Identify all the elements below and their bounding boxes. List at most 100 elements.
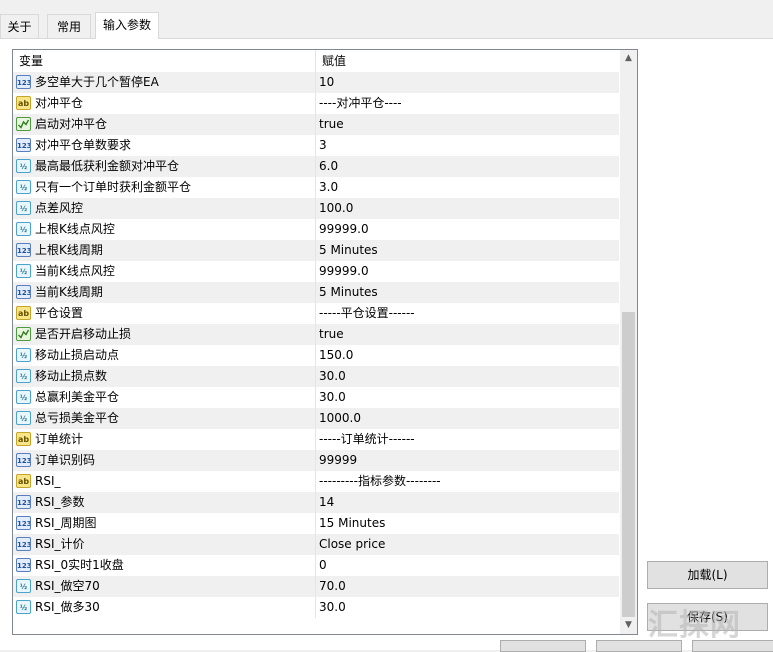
table-row[interactable]: ab 订单统计 -----订单统计------ <box>13 429 619 450</box>
table-row[interactable]: ½ 移动止损启动点 150.0 <box>13 345 619 366</box>
ok-button[interactable] <box>500 640 586 652</box>
column-header-variable[interactable]: 变量 <box>13 50 315 72</box>
tab-common[interactable]: 常用 <box>47 14 91 38</box>
value-cell[interactable]: 30.0 <box>316 366 619 387</box>
value-cell[interactable]: ----对冲平仓---- <box>316 93 619 114</box>
string-type-icon: ab <box>16 474 31 488</box>
vertical-scrollbar[interactable]: ▲ ▼ <box>620 50 637 634</box>
grid-header: 变量 赋值 <box>13 50 619 73</box>
value-cell[interactable]: true <box>316 324 619 345</box>
variable-cell: 123 RSI_周期图 <box>13 513 315 534</box>
variable-label: RSI_周期图 <box>35 516 97 530</box>
variable-label: 最高最低获利金额对冲平仓 <box>35 159 180 173</box>
table-row[interactable]: ½ 点差风控 100.0 <box>13 198 619 219</box>
variable-label: 订单统计 <box>35 432 84 446</box>
scroll-down-icon[interactable]: ▼ <box>620 617 637 634</box>
variable-label: RSI_ <box>35 474 61 488</box>
table-row[interactable]: ½ RSI_做多30 30.0 <box>13 597 619 618</box>
value-cell[interactable]: 14 <box>316 492 619 513</box>
value-cell[interactable]: -----订单统计------ <box>316 429 619 450</box>
table-row[interactable]: ½ 只有一个订单时获利金额平仓 3.0 <box>13 177 619 198</box>
table-row[interactable]: ½ 最高最低获利金额对冲平仓 6.0 <box>13 156 619 177</box>
value-cell[interactable]: 3.0 <box>316 177 619 198</box>
table-row[interactable]: 123 RSI_参数 14 <box>13 492 619 513</box>
integer-type-icon: 123 <box>16 75 31 89</box>
double-type-icon: ½ <box>16 264 31 278</box>
table-row[interactable]: ½ 移动止损点数 30.0 <box>13 366 619 387</box>
double-type-icon: ½ <box>16 390 31 404</box>
table-row[interactable]: 123 RSI_0实时1收盘 0 <box>13 555 619 576</box>
table-row[interactable]: 123 上根K线周期 5 Minutes <box>13 240 619 261</box>
table-row[interactable]: 启动对冲平仓 true <box>13 114 619 135</box>
table-row[interactable]: ½ 总亏损美金平仓 1000.0 <box>13 408 619 429</box>
double-type-icon: ½ <box>16 201 31 215</box>
integer-type-icon: 123 <box>16 537 31 551</box>
variable-cell: ab 订单统计 <box>13 429 315 450</box>
table-row[interactable]: 123 订单识别码 99999 <box>13 450 619 471</box>
table-row[interactable]: ab RSI_ ---------指标参数-------- <box>13 471 619 492</box>
value-cell[interactable]: true <box>316 114 619 135</box>
variable-cell: ½ 总亏损美金平仓 <box>13 408 315 429</box>
variable-label: RSI_计价 <box>35 537 85 551</box>
table-row[interactable]: 123 当前K线周期 5 Minutes <box>13 282 619 303</box>
variable-cell: ½ RSI_做空70 <box>13 576 315 597</box>
variable-label: RSI_0实时1收盘 <box>35 558 124 572</box>
variable-label: 总赢利美金平仓 <box>35 390 120 404</box>
variable-label: 点差风控 <box>35 201 84 215</box>
table-row[interactable]: ab 平仓设置 -----平仓设置------ <box>13 303 619 324</box>
string-type-icon: ab <box>16 96 31 110</box>
value-cell[interactable]: 70.0 <box>316 576 619 597</box>
variable-cell: 123 RSI_0实时1收盘 <box>13 555 315 576</box>
value-cell[interactable]: Close price <box>316 534 619 555</box>
scroll-thumb[interactable] <box>622 312 635 617</box>
load-button[interactable]: 加载(L) <box>647 561 768 589</box>
value-cell[interactable]: ---------指标参数-------- <box>316 471 619 492</box>
value-cell[interactable]: 6.0 <box>316 156 619 177</box>
value-cell[interactable]: 100.0 <box>316 198 619 219</box>
cancel-button[interactable] <box>596 640 682 652</box>
double-type-icon: ½ <box>16 579 31 593</box>
variable-cell: ½ 只有一个订单时获利金额平仓 <box>13 177 315 198</box>
integer-type-icon: 123 <box>16 516 31 530</box>
variable-label: 对冲平仓 <box>35 96 84 110</box>
table-row[interactable]: ½ 当前K线点风控 99999.0 <box>13 261 619 282</box>
value-cell[interactable]: 99999 <box>316 450 619 471</box>
value-cell[interactable]: 1000.0 <box>316 408 619 429</box>
save-button[interactable]: 保存(S) <box>647 603 768 631</box>
value-cell[interactable]: 3 <box>316 135 619 156</box>
value-cell[interactable]: 30.0 <box>316 597 619 618</box>
variable-cell: 123 对冲平仓单数要求 <box>13 135 315 156</box>
tab-about[interactable]: 关于 <box>0 14 39 38</box>
table-row[interactable]: 是否开启移动止损 true <box>13 324 619 345</box>
value-cell[interactable]: 99999.0 <box>316 219 619 240</box>
variable-cell: ½ 点差风控 <box>13 198 315 219</box>
table-row[interactable]: ½ 上根K线点风控 99999.0 <box>13 219 619 240</box>
value-cell[interactable]: 0 <box>316 555 619 576</box>
column-header-value[interactable]: 赋值 <box>316 50 619 72</box>
table-row[interactable]: 123 RSI_周期图 15 Minutes <box>13 513 619 534</box>
value-cell[interactable]: 150.0 <box>316 345 619 366</box>
table-row[interactable]: 123 RSI_计价 Close price <box>13 534 619 555</box>
table-row[interactable]: ½ RSI_做空70 70.0 <box>13 576 619 597</box>
value-cell[interactable]: 30.0 <box>316 387 619 408</box>
value-cell[interactable]: 99999.0 <box>316 261 619 282</box>
variable-label: RSI_做空70 <box>35 579 100 593</box>
table-row[interactable]: 123 对冲平仓单数要求 3 <box>13 135 619 156</box>
value-cell[interactable]: 10 <box>316 72 619 93</box>
reset-button[interactable] <box>692 640 773 652</box>
value-cell[interactable]: -----平仓设置------ <box>316 303 619 324</box>
table-row[interactable]: ½ 总赢利美金平仓 30.0 <box>13 387 619 408</box>
value-cell[interactable]: 5 Minutes <box>316 282 619 303</box>
variable-label: 移动止损启动点 <box>35 348 120 362</box>
table-row[interactable]: ab 对冲平仓 ----对冲平仓---- <box>13 93 619 114</box>
table-row[interactable]: 123 多空单大于几个暂停EA 10 <box>13 72 619 93</box>
scroll-up-icon[interactable]: ▲ <box>620 50 637 67</box>
variable-label: 只有一个订单时获利金额平仓 <box>35 180 192 194</box>
variable-label: 移动止损点数 <box>35 369 108 383</box>
variable-cell: ½ 总赢利美金平仓 <box>13 387 315 408</box>
value-cell[interactable]: 15 Minutes <box>316 513 619 534</box>
variable-cell: ½ 移动止损启动点 <box>13 345 315 366</box>
value-cell[interactable]: 5 Minutes <box>316 240 619 261</box>
tab-input-parameters[interactable]: 输入参数 <box>95 12 159 39</box>
variable-cell: 启动对冲平仓 <box>13 114 315 135</box>
